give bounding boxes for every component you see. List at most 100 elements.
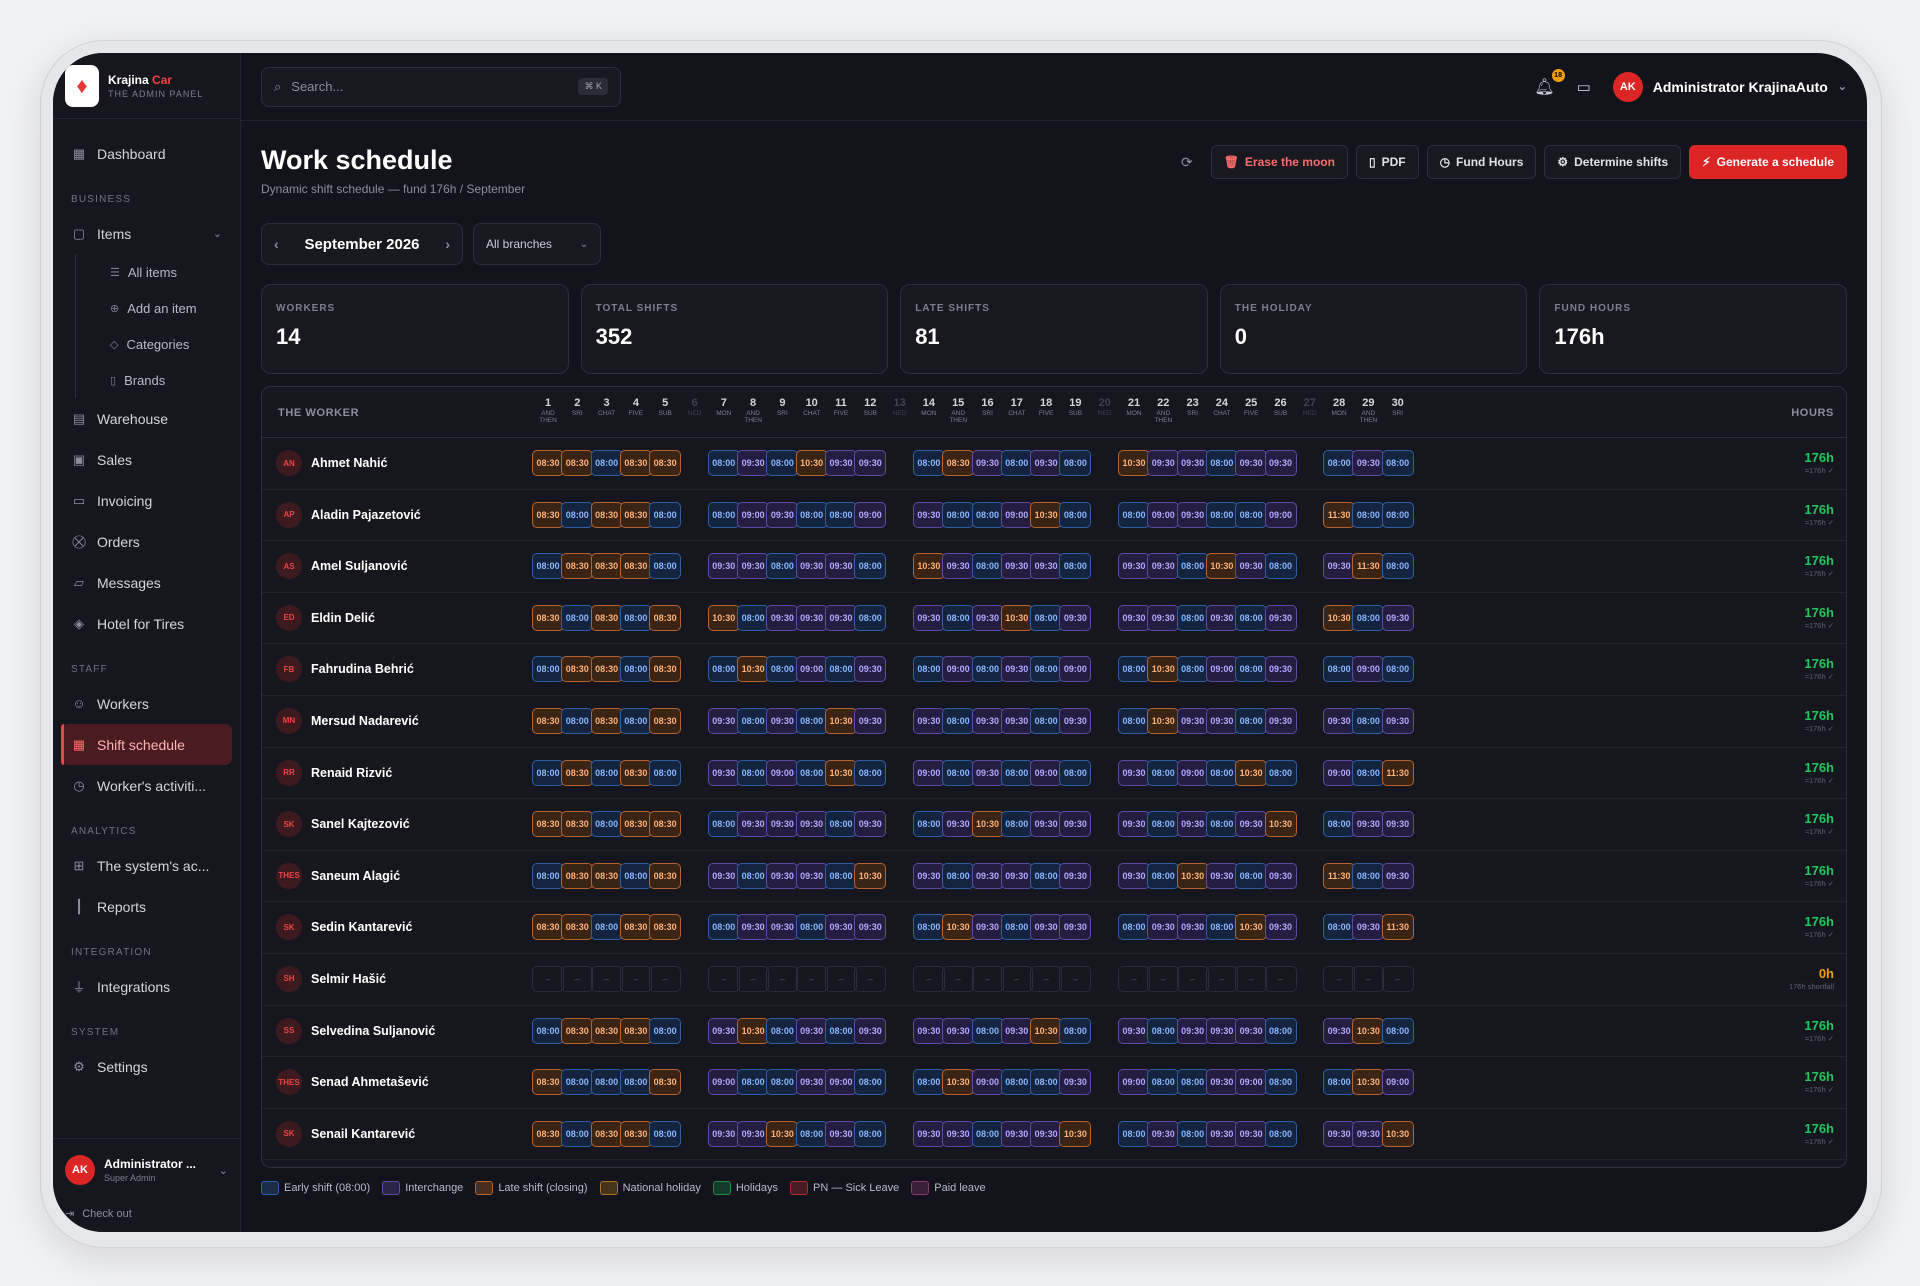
shift-cell[interactable]: 08:30	[561, 811, 594, 838]
shift-cell[interactable]: 08:30	[590, 707, 623, 734]
shift-cell[interactable]: 09:30	[912, 862, 945, 889]
shift-cell[interactable]: 08:00	[912, 914, 945, 941]
shift-cell[interactable]: 08:00	[532, 553, 564, 580]
chevron-left-icon[interactable]: ‹	[274, 236, 279, 252]
shift-cell[interactable]: 10:30	[1352, 1069, 1385, 1096]
shift-cell[interactable]: –	[649, 965, 682, 992]
shift-cell[interactable]: 09:00	[707, 1069, 740, 1096]
shift-cell[interactable]: 08:00	[561, 501, 594, 528]
shift-cell[interactable]: 09:30	[766, 501, 799, 528]
shift-cell[interactable]: 09:30	[795, 811, 828, 838]
shift-cell[interactable]: 09:30	[1176, 914, 1209, 941]
shift-cell[interactable]: 09:30	[1352, 914, 1385, 941]
messages-button[interactable]: ▭	[1577, 78, 1591, 96]
shift-cell[interactable]: 08:30	[649, 811, 682, 838]
shift-cell[interactable]: 08:00	[766, 656, 799, 683]
sidebar-item-warehouse[interactable]: ▤ Warehouse	[61, 398, 232, 439]
shift-cell[interactable]: 09:30	[737, 811, 770, 838]
shift-cell[interactable]: 09:30	[971, 914, 1004, 941]
shift-cell[interactable]: 09:30	[1235, 450, 1268, 476]
shift-cell[interactable]: 09:30	[1205, 1069, 1238, 1096]
shift-cell[interactable]: 08:00	[1381, 656, 1414, 683]
sidebar-item-items[interactable]: ▢ Items ⌄	[61, 213, 232, 254]
shift-cell[interactable]: 08:00	[942, 759, 975, 786]
shift-cell[interactable]: 09:30	[1030, 450, 1063, 476]
shift-cell[interactable]: 08:00	[971, 656, 1004, 683]
shift-cell[interactable]: 09:30	[1352, 450, 1385, 476]
fund-hours-button[interactable]: ◷ Fund Hours	[1426, 145, 1537, 179]
shift-cell[interactable]: 11:30	[1381, 759, 1414, 786]
shift-cell[interactable]: 08:00	[1352, 862, 1385, 889]
shift-cell[interactable]: 09:00	[1323, 759, 1356, 786]
shift-cell[interactable]: 08:00	[1381, 450, 1414, 476]
shift-cell[interactable]: 08:00	[854, 604, 887, 631]
shift-cell[interactable]: 08:30	[649, 707, 682, 734]
shift-cell[interactable]: 08:00	[619, 1069, 652, 1096]
sidebar-item-integrations[interactable]: ⏚ Integrations	[61, 966, 232, 1007]
shift-cell[interactable]: 10:30	[1118, 450, 1150, 476]
shift-cell[interactable]: –	[942, 965, 975, 992]
shift-cell[interactable]: –	[825, 965, 857, 992]
shift-cell[interactable]: 08:00	[1264, 553, 1297, 580]
shift-cell[interactable]: 09:00	[1000, 501, 1033, 528]
shift-cell[interactable]: 08:00	[1176, 1069, 1209, 1096]
shift-cell[interactable]: 10:30	[1000, 604, 1033, 631]
shift-cell[interactable]: 10:30	[1235, 759, 1268, 786]
shift-cell[interactable]: 08:30	[619, 1120, 652, 1147]
shift-cell[interactable]: 09:30	[1323, 1120, 1356, 1147]
shift-cell[interactable]: 08:00	[795, 759, 828, 786]
shift-cell[interactable]: 09:30	[1118, 811, 1150, 838]
shift-cell[interactable]: 08:30	[532, 450, 564, 476]
shift-cell[interactable]: 09:30	[971, 604, 1004, 631]
shift-cell[interactable]: 09:30	[854, 811, 887, 838]
shift-cell[interactable]: 09:30	[1176, 811, 1209, 838]
shift-cell[interactable]: 09:30	[1147, 450, 1180, 476]
sidebar-subitem-all-items[interactable]: ☰ All items	[75, 254, 232, 290]
shift-cell[interactable]: 10:30	[1352, 1017, 1385, 1044]
shift-cell[interactable]: 09:30	[766, 604, 799, 631]
shift-cell[interactable]: 09:30	[1264, 862, 1297, 889]
shift-cell[interactable]: 08:00	[1147, 1069, 1180, 1096]
shift-cell[interactable]: 08:00	[1264, 1120, 1297, 1147]
shift-cell[interactable]: 08:00	[912, 450, 945, 476]
shift-cell[interactable]: 08:00	[1235, 501, 1268, 528]
sidebar-item-dashboard[interactable]: ▦ Dashboard	[61, 133, 232, 174]
shift-cell[interactable]: 09:30	[971, 759, 1004, 786]
shift-cell[interactable]: 08:00	[971, 501, 1004, 528]
sidebar-item-messages[interactable]: ▱ Messages	[61, 562, 232, 603]
sidebar-item-settings[interactable]: ⚙ Settings	[61, 1046, 232, 1087]
shift-cell[interactable]: 09:30	[825, 604, 857, 631]
shift-cell[interactable]: 08:00	[1323, 450, 1356, 476]
shift-cell[interactable]: 08:00	[1264, 1017, 1297, 1044]
shift-cell[interactable]: 09:00	[1381, 1069, 1414, 1096]
shift-cell[interactable]: 09:30	[1352, 1120, 1385, 1147]
shift-cell[interactable]: 08:30	[590, 553, 623, 580]
shift-cell[interactable]: 10:30	[707, 604, 740, 631]
shift-cell[interactable]: 09:30	[854, 450, 887, 476]
shift-cell[interactable]: 08:00	[1147, 811, 1180, 838]
erase-button[interactable]: 🗑︎ Erase the moon	[1210, 145, 1348, 179]
shift-cell[interactable]: 09:30	[1205, 604, 1238, 631]
shift-cell[interactable]: 09:30	[737, 450, 770, 476]
shift-cell[interactable]: 09:30	[1176, 1017, 1209, 1044]
shift-cell[interactable]: 09:30	[1381, 604, 1414, 631]
shift-cell[interactable]: 08:00	[1235, 604, 1268, 631]
shift-cell[interactable]: 08:30	[590, 1017, 623, 1044]
shift-cell[interactable]: 09:30	[1147, 914, 1180, 941]
shift-cell[interactable]: 09:30	[1030, 914, 1063, 941]
shift-cell[interactable]: 08:00	[532, 862, 564, 889]
shift-cell[interactable]: 10:30	[1030, 501, 1063, 528]
shift-cell[interactable]: 10:30	[795, 450, 828, 476]
shift-cell[interactable]: 09:30	[942, 1120, 975, 1147]
shift-cell[interactable]: 08:00	[1059, 553, 1092, 580]
shift-cell[interactable]: 09:30	[707, 1120, 740, 1147]
shift-cell[interactable]: 11:30	[1381, 914, 1414, 941]
shift-cell[interactable]: 08:00	[1381, 1017, 1414, 1044]
shift-cell[interactable]: 08:00	[1176, 656, 1209, 683]
shift-cell[interactable]: –	[737, 965, 770, 992]
shift-cell[interactable]: 08:00	[912, 656, 945, 683]
shift-cell[interactable]: 09:30	[825, 450, 857, 476]
shift-cell[interactable]: 08:00	[1352, 604, 1385, 631]
shift-cell[interactable]: 09:30	[1381, 811, 1414, 838]
shift-cell[interactable]: 08:30	[590, 604, 623, 631]
